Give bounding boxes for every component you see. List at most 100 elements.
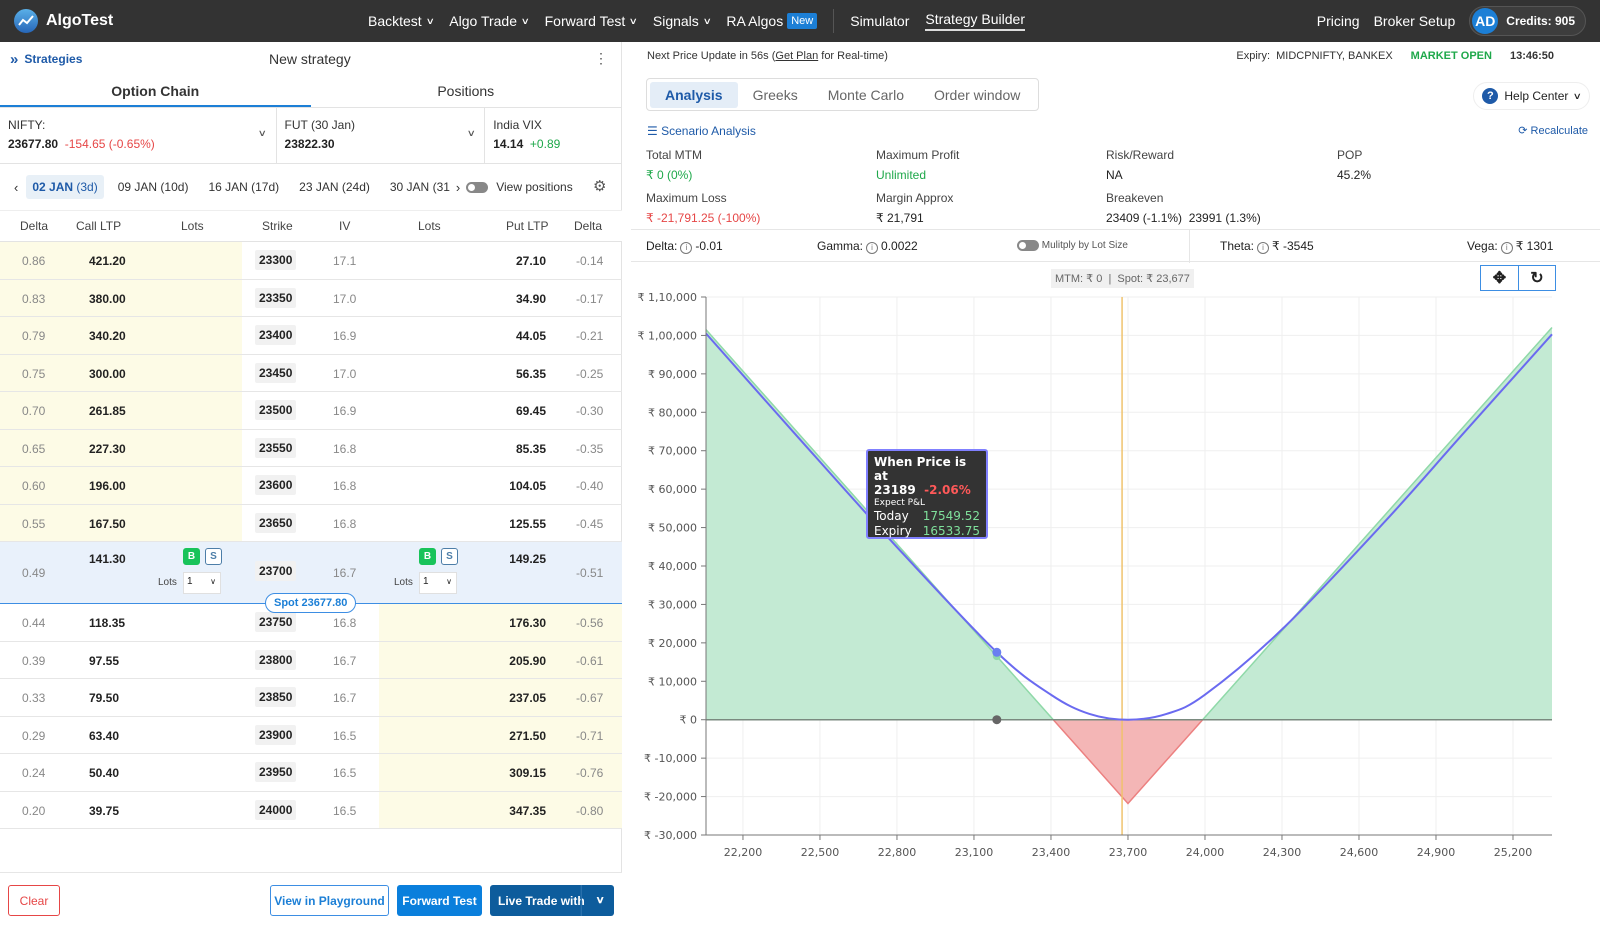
expiry-30-jan[interactable]: 30 JAN (31d bbox=[384, 175, 450, 199]
call-ltp[interactable]: 227.30 bbox=[89, 442, 126, 456]
call-ltp[interactable]: 97.55 bbox=[89, 654, 119, 668]
info-icon[interactable]: i bbox=[1257, 242, 1270, 254]
call-ltp[interactable]: 300.00 bbox=[89, 367, 126, 381]
more-options-icon[interactable]: ⋮ bbox=[594, 50, 608, 67]
nifty-ticker[interactable]: NIFTY: 23677.80 -154.65 (-0.65%) ∨ bbox=[0, 108, 277, 163]
option-row[interactable]: 0.83 380.00 23350 17.0 34.90 -0.17 bbox=[0, 279, 622, 317]
payoff-chart[interactable]: ₹ 1,10,000 ₹ 1,00,000 ₹ 90,000 ₹ 80,000 ₹ 70… bbox=[631, 282, 1600, 902]
iv-value: 16.7 bbox=[333, 691, 357, 705]
put-buy-button[interactable]: B bbox=[419, 548, 436, 565]
put-ltp[interactable]: 271.50 bbox=[509, 729, 546, 743]
tab-option-chain[interactable]: Option Chain bbox=[0, 76, 311, 107]
tab-order-window[interactable]: Order window bbox=[919, 82, 1035, 108]
strategy-name[interactable]: New strategy bbox=[269, 51, 351, 67]
call-ltp[interactable]: 421.20 bbox=[89, 254, 126, 268]
multiply-lot-size[interactable]: Mulitply by Lot Size bbox=[1017, 240, 1128, 251]
avatar[interactable]: AD bbox=[1472, 8, 1499, 34]
put-ltp[interactable]: 69.45 bbox=[516, 404, 546, 418]
option-row[interactable]: 0.39 97.55 23800 16.7 205.90 -0.61 bbox=[0, 641, 622, 679]
multiply-toggle[interactable] bbox=[1017, 240, 1039, 251]
call-lots-select[interactable]: 1 ∨ bbox=[183, 572, 221, 594]
chevron-down-icon[interactable]: ∨ bbox=[466, 128, 475, 139]
call-ltp[interactable]: 50.40 bbox=[89, 766, 119, 780]
call-ltp[interactable]: 340.20 bbox=[89, 329, 126, 343]
expiry-02-jan[interactable]: 02 JAN (3d) bbox=[26, 175, 104, 199]
info-icon[interactable]: i bbox=[866, 242, 879, 254]
gear-icon[interactable]: ⚙ bbox=[593, 177, 606, 195]
view-in-playground-button[interactable]: View in Playground bbox=[270, 885, 389, 916]
put-ltp[interactable]: 104.05 bbox=[509, 479, 546, 493]
nav-backtest[interactable]: Backtest ∨ bbox=[368, 13, 435, 29]
option-row[interactable]: 0.65 227.30 23550 16.8 85.35 -0.35 bbox=[0, 429, 622, 467]
put-ltp[interactable]: 56.35 bbox=[516, 367, 546, 381]
expiry-23-jan[interactable]: 23 JAN (24d) bbox=[293, 175, 376, 199]
option-row[interactable]: 0.55 167.50 23650 16.8 125.55 -0.45 bbox=[0, 504, 622, 542]
call-sell-button[interactable]: S bbox=[205, 548, 222, 565]
expiry-16-jan[interactable]: 16 JAN (17d) bbox=[202, 175, 285, 199]
option-row[interactable]: 0.70 261.85 23500 16.9 69.45 -0.30 bbox=[0, 392, 622, 430]
nav-strategy-builder[interactable]: Strategy Builder bbox=[925, 11, 1025, 31]
account-credits[interactable]: AD Credits: 905 bbox=[1469, 6, 1586, 36]
put-ltp[interactable]: 149.25 bbox=[509, 552, 546, 566]
option-row[interactable]: 0.24 50.40 23950 16.5 309.15 -0.76 bbox=[0, 754, 622, 792]
option-row[interactable]: 0.20 39.75 24000 16.5 347.35 -0.80 bbox=[0, 791, 622, 829]
nav-broker-setup[interactable]: Broker Setup bbox=[1374, 13, 1456, 29]
call-ltp[interactable]: 261.85 bbox=[89, 404, 126, 418]
strategies-link[interactable]: » Strategies bbox=[10, 51, 82, 68]
put-ltp[interactable]: 34.90 bbox=[516, 292, 546, 306]
put-sell-button[interactable]: S bbox=[441, 548, 458, 565]
put-ltp[interactable]: 85.35 bbox=[516, 442, 546, 456]
put-ltp[interactable]: 44.05 bbox=[516, 329, 546, 343]
tab-greeks[interactable]: Greeks bbox=[738, 82, 813, 108]
option-row[interactable]: 0.86 421.20 23300 17.1 27.10 -0.14 bbox=[0, 242, 622, 280]
call-ltp[interactable]: 380.00 bbox=[89, 292, 126, 306]
live-trade-button[interactable]: Live Trade with ∨ bbox=[490, 885, 614, 916]
tab-monte-carlo[interactable]: Monte Carlo bbox=[813, 82, 919, 108]
chevron-right-icon[interactable]: › bbox=[456, 180, 460, 195]
info-icon[interactable]: i bbox=[680, 242, 693, 254]
fut-ticker[interactable]: FUT (30 Jan) 23822.30 ∨ bbox=[277, 108, 486, 163]
view-positions-toggle[interactable] bbox=[466, 181, 489, 193]
put-ltp[interactable]: 237.05 bbox=[509, 691, 546, 705]
chevron-down-icon[interactable]: ∨ bbox=[580, 885, 619, 916]
info-icon[interactable]: i bbox=[1500, 242, 1513, 254]
clear-button[interactable]: Clear bbox=[8, 885, 60, 916]
put-ltp[interactable]: 125.55 bbox=[509, 517, 546, 531]
tab-analysis[interactable]: Analysis bbox=[650, 81, 738, 108]
option-row[interactable]: 0.75 300.00 23450 17.0 56.35 -0.25 bbox=[0, 354, 622, 392]
option-row[interactable]: 0.33 79.50 23850 16.7 237.05 -0.67 bbox=[0, 679, 622, 717]
call-ltp[interactable]: 196.00 bbox=[89, 479, 126, 493]
nav-pricing[interactable]: Pricing bbox=[1317, 13, 1360, 29]
recalculate-button[interactable]: ⟳ Recalculate bbox=[1518, 124, 1588, 137]
put-ltp[interactable]: 309.15 bbox=[509, 766, 546, 780]
get-plan-link[interactable]: Get Plan bbox=[775, 50, 818, 62]
chevron-down-icon[interactable]: ∨ bbox=[258, 128, 267, 139]
chevron-left-icon[interactable]: ‹ bbox=[14, 180, 18, 195]
nav-algo-trade[interactable]: Algo Trade ∨ bbox=[449, 13, 530, 29]
brand-logo[interactable]: AlgoTest bbox=[14, 9, 113, 33]
option-row[interactable]: 0.60 196.00 23600 16.8 104.05 -0.40 bbox=[0, 467, 622, 505]
option-row[interactable]: 0.29 63.40 23900 16.5 271.50 -0.71 bbox=[0, 716, 622, 754]
call-ltp[interactable]: 167.50 bbox=[89, 517, 126, 531]
call-ltp[interactable]: 141.30 bbox=[89, 552, 126, 566]
forward-test-button[interactable]: Forward Test bbox=[397, 885, 482, 916]
call-ltp[interactable]: 39.75 bbox=[89, 804, 119, 818]
nav-simulator[interactable]: Simulator bbox=[850, 13, 909, 29]
option-row[interactable]: 0.79 340.20 23400 16.9 44.05 -0.21 bbox=[0, 317, 622, 355]
scenario-analysis-link[interactable]: ☰ Scenario Analysis bbox=[647, 124, 756, 138]
tab-positions[interactable]: Positions bbox=[311, 76, 622, 107]
nav-ra-algos[interactable]: RA Algos New bbox=[726, 13, 818, 29]
nav-forward-test[interactable]: Forward Test ∨ bbox=[545, 13, 639, 29]
help-center-button[interactable]: ? Help Center ∨ bbox=[1473, 82, 1590, 110]
put-ltp[interactable]: 205.90 bbox=[509, 654, 546, 668]
put-lots-select[interactable]: 1 ∨ bbox=[419, 572, 457, 594]
put-ltp[interactable]: 176.30 bbox=[509, 616, 546, 630]
put-ltp[interactable]: 347.35 bbox=[509, 804, 546, 818]
call-ltp[interactable]: 79.50 bbox=[89, 691, 119, 705]
expiry-09-jan[interactable]: 09 JAN (10d) bbox=[112, 175, 195, 199]
call-ltp[interactable]: 63.40 bbox=[89, 729, 119, 743]
put-ltp[interactable]: 27.10 bbox=[516, 254, 546, 268]
call-ltp[interactable]: 118.35 bbox=[89, 616, 125, 630]
nav-signals[interactable]: Signals ∨ bbox=[653, 13, 712, 29]
call-buy-button[interactable]: B bbox=[183, 548, 200, 565]
